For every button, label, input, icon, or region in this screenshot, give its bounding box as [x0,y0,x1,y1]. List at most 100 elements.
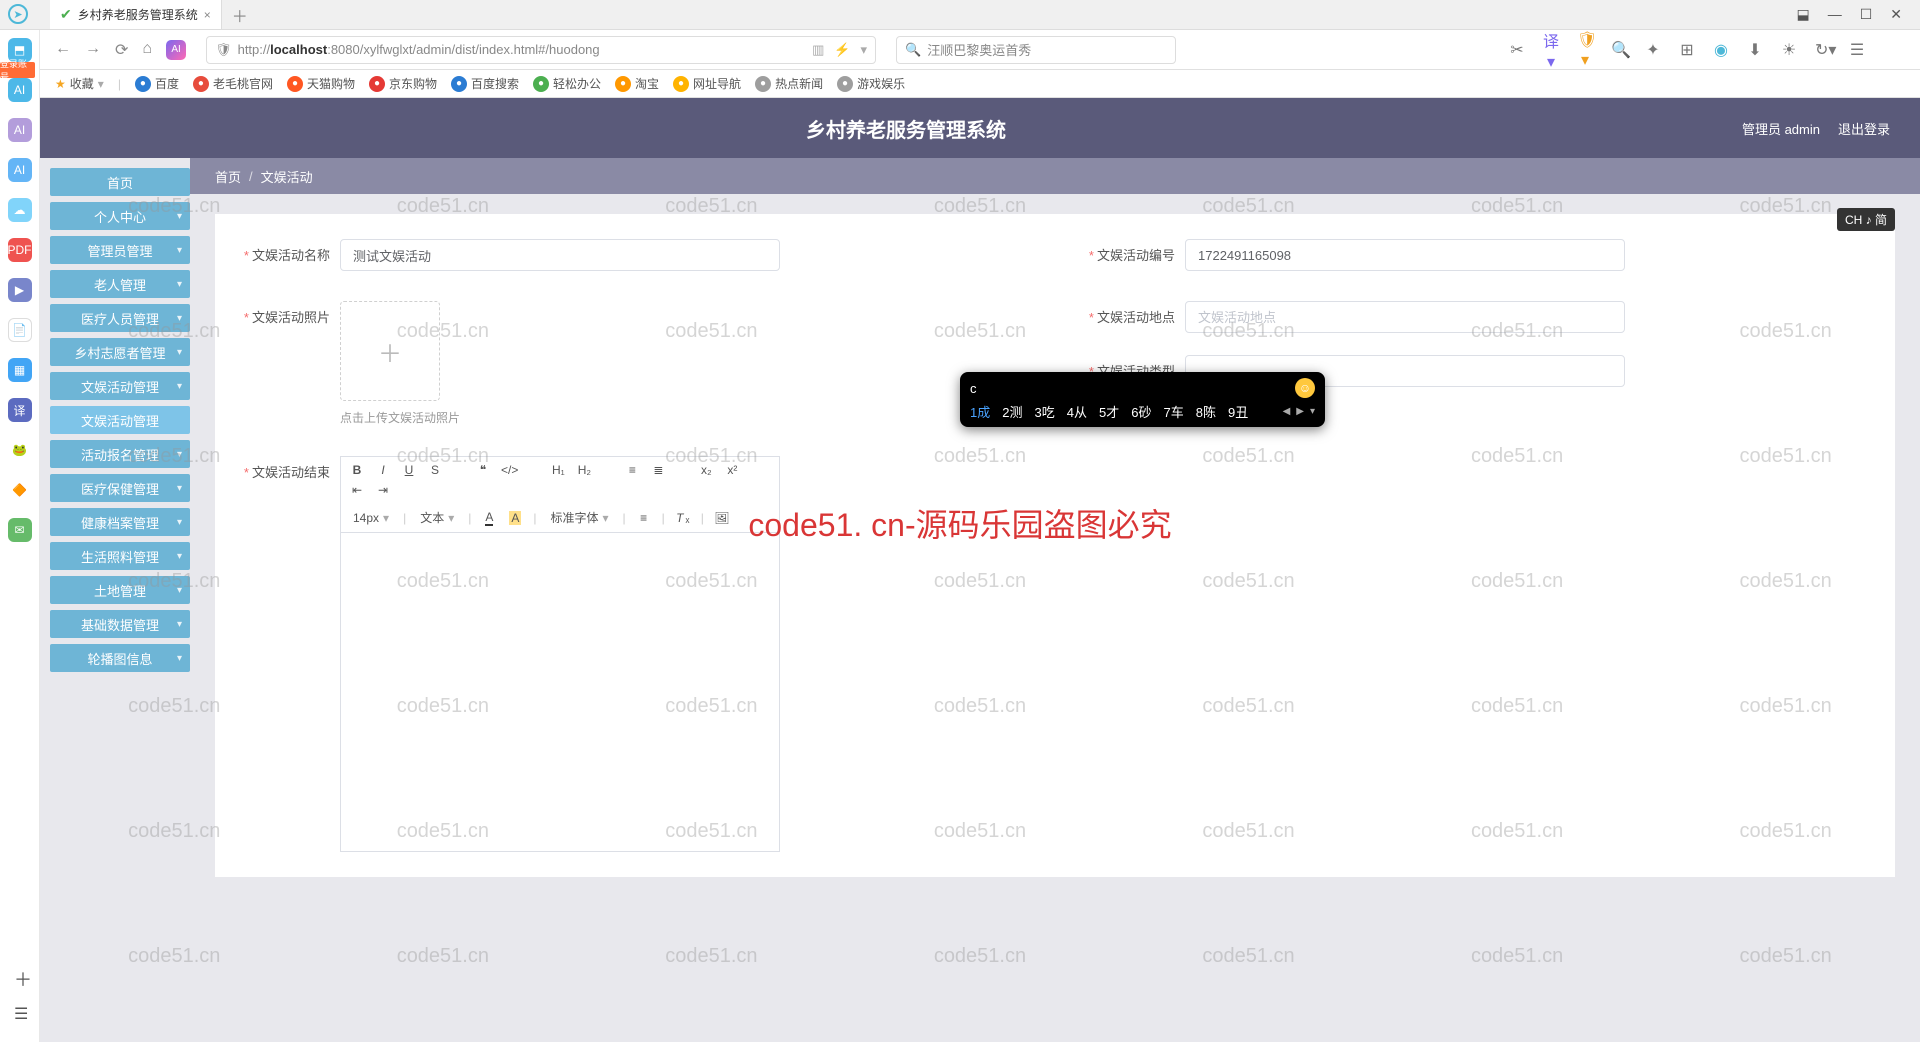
current-user-label[interactable]: 管理员 admin [1742,119,1820,138]
dock-icon[interactable]: 🔶 [8,478,32,502]
window-minimize-icon[interactable]: — [1828,6,1842,23]
circle-icon[interactable]: ◉ [1713,40,1729,60]
ime-indicator[interactable]: CH ♪ 简 [1837,208,1895,231]
activity-code-input[interactable] [1185,239,1625,271]
bookmark-item[interactable]: ●老毛桃官网 [193,75,273,92]
editor-image-icon[interactable]: 🖼 [714,511,730,525]
ime-next-icon[interactable]: ▶ [1296,406,1304,417]
sidebar-item-records[interactable]: 健康档案管理▾ [50,508,190,536]
translate-icon[interactable]: 译▾ [1543,28,1559,72]
shield-icon[interactable]: 🛡▾ [1577,30,1593,70]
dock-icon[interactable]: 译 [8,398,32,422]
site-security-icon[interactable]: 🛡 [215,42,232,58]
editor-clear-icon[interactable]: Tₓ [675,511,691,525]
ime-candidate[interactable]: 6砂 [1131,402,1151,421]
editor-outdent-icon[interactable]: ⇥ [375,483,391,497]
editor-body[interactable] [340,532,780,852]
dock-icon[interactable]: ☁ [8,198,32,222]
window-close-icon[interactable]: ✕ [1890,6,1902,23]
tab-close-icon[interactable]: × [204,8,211,22]
sidebar-item-activity[interactable]: 文娱活动管理▾ [50,372,190,400]
sidebar-item-healthcare[interactable]: 医疗保健管理▾ [50,474,190,502]
ime-candidate[interactable]: 8陈 [1196,402,1216,421]
dock-icon[interactable]: ▶ [8,278,32,302]
breadcrumb-home[interactable]: 首页 [215,167,241,186]
ime-candidate[interactable]: 9丑 [1228,402,1248,421]
login-tag[interactable]: 登录账号 [0,62,35,78]
window-maximize-icon[interactable]: ☐ [1860,6,1873,23]
ime-candidate[interactable]: 4从 [1067,402,1087,421]
bookmark-item[interactable]: ●天猫购物 [287,75,355,92]
bookmark-item[interactable]: ●淘宝 [615,75,659,92]
refresh-alt-icon[interactable]: ↻▾ [1815,40,1831,60]
bookmark-item[interactable]: ●游戏娱乐 [837,75,905,92]
search-tool-icon[interactable]: 🔍 [1611,40,1627,60]
bookmark-item[interactable]: ●百度 [135,75,179,92]
editor-ul-icon[interactable]: ≣ [650,463,666,477]
qr-icon[interactable]: ▥ [812,42,824,58]
puzzle-icon[interactable]: ✦ [1645,40,1661,60]
bookmark-item[interactable]: ●京东购物 [369,75,437,92]
editor-fontsize-select[interactable]: 14px ▾ [349,511,393,525]
sidebar-item-profile[interactable]: 个人中心▾ [50,202,190,230]
menu-icon[interactable]: ☰ [1849,40,1865,60]
browser-tab[interactable]: ✔ 乡村养老服务管理系统 × [50,0,222,29]
sidebar-item-signup[interactable]: 活动报名管理▾ [50,440,190,468]
activity-name-input[interactable] [340,239,780,271]
favorites-button[interactable]: ★ 收藏 ▾ [55,75,104,92]
ime-candidate[interactable]: 7车 [1164,402,1184,421]
editor-underline-icon[interactable]: U [401,463,417,477]
editor-sup-icon[interactable]: x² [724,463,740,477]
sidebar-item-home[interactable]: 首页 [50,168,190,196]
ime-candidate[interactable]: 3吃 [1035,402,1055,421]
browser-search-input[interactable]: 🔍 汪顺巴黎奥运首秀 [896,36,1176,64]
sidebar-item-carousel[interactable]: 轮播图信息▾ [50,644,190,672]
sidebar-subitem-activity[interactable]: 文娱活动管理 [50,406,190,434]
nav-back-icon[interactable]: ← [55,40,71,60]
photo-upload-box[interactable]: ＋ [340,301,440,401]
bookmark-item[interactable]: ●百度搜索 [451,75,519,92]
nav-forward-icon[interactable]: → [85,40,101,60]
chevron-down-icon[interactable]: ▾ [861,42,868,58]
new-tab-button[interactable]: ＋ [222,3,258,27]
dock-add-icon[interactable]: ＋ [14,966,32,992]
ime-more-icon[interactable]: ▾ [1310,406,1315,417]
bookmark-item[interactable]: ●网址导航 [673,75,741,92]
editor-align-icon[interactable]: ≡ [636,511,652,525]
download-icon[interactable]: ⬇ [1747,40,1763,60]
logout-link[interactable]: 退出登录 [1838,119,1890,138]
dock-icon[interactable]: AI [8,118,32,142]
dock-menu-icon[interactable]: ☰ [14,1004,28,1024]
ime-emoji-icon[interactable]: ☺ [1295,378,1315,398]
sidebar-item-medical[interactable]: 医疗人员管理▾ [50,304,190,332]
ime-candidate[interactable]: 5才 [1099,402,1119,421]
activity-location-input[interactable] [1185,301,1625,333]
sidebar-item-basedata[interactable]: 基础数据管理▾ [50,610,190,638]
editor-italic-icon[interactable]: I [375,463,391,477]
sidebar-item-volunteer[interactable]: 乡村志愿者管理▾ [50,338,190,366]
nav-reload-icon[interactable]: ⟳ [115,40,128,60]
dock-icon[interactable]: AI [8,158,32,182]
editor-sub-icon[interactable]: x₂ [698,463,714,477]
url-bar[interactable]: 🛡 http://localhost:8080/xylfwglxt/admin/… [206,36,876,64]
editor-strike-icon[interactable]: S [427,463,443,477]
editor-block-select[interactable]: 文本 ▾ [416,509,458,526]
scissors-icon[interactable]: ✂ [1509,40,1525,60]
ime-candidate[interactable]: 2测 [1002,402,1022,421]
settings-gear-icon[interactable]: ☀ [1781,40,1797,60]
editor-color-icon[interactable]: A [481,510,497,526]
sidebar-item-land[interactable]: 土地管理▾ [50,576,190,604]
bookmark-item[interactable]: ●热点新闻 [755,75,823,92]
sidebar-item-lifecare[interactable]: 生活照料管理▾ [50,542,190,570]
dock-icon[interactable]: 📄 [8,318,32,342]
apps-icon[interactable]: ⊞ [1679,40,1695,60]
editor-code-icon[interactable]: </> [501,463,518,477]
editor-bgcolor-icon[interactable]: A [507,511,523,525]
dock-icon[interactable]: ✉ [8,518,32,542]
editor-h2-icon[interactable]: H₂ [576,463,592,477]
lightning-icon[interactable]: ⚡ [834,42,850,58]
editor-bold-icon[interactable]: B [349,463,365,477]
dock-icon[interactable]: ▦ [8,358,32,382]
ime-candidate[interactable]: 1成 [970,402,990,421]
ime-prev-icon[interactable]: ◀ [1283,406,1291,417]
